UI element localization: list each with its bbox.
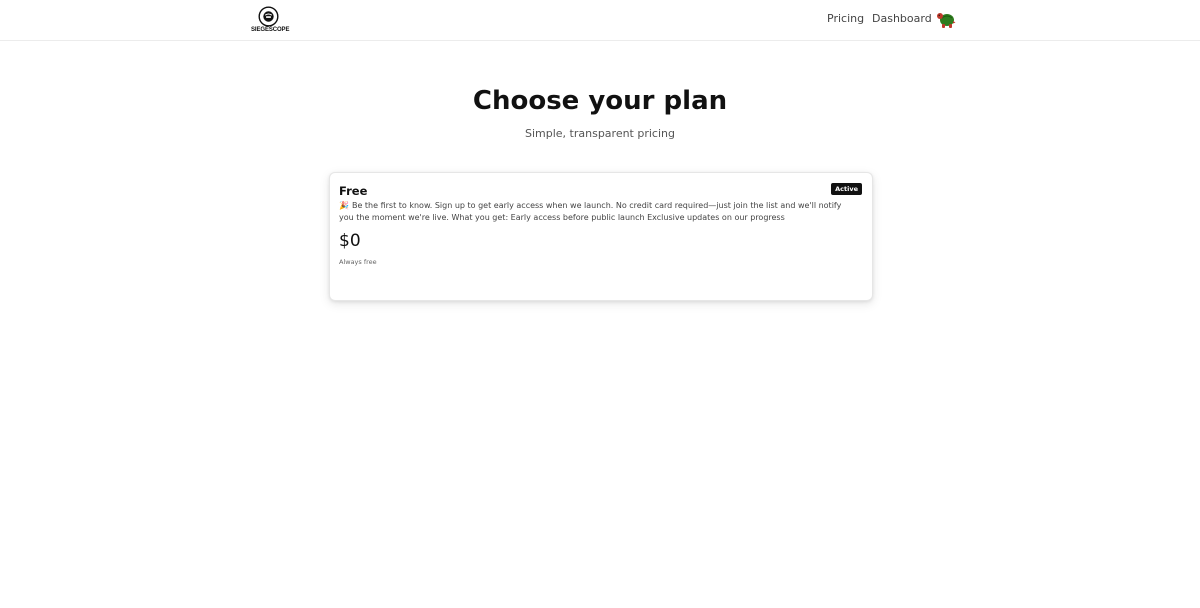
- plan-name: Free: [339, 184, 368, 198]
- nav-dashboard-link[interactable]: Dashboard: [872, 12, 932, 25]
- top-navbar: SIEGESCOPE Pricing Dashboard: [0, 0, 1200, 41]
- turtle-avatar-icon: [937, 13, 956, 28]
- user-avatar[interactable]: [936, 11, 956, 29]
- logo-emblem-icon: [258, 6, 279, 27]
- siegescope-logo[interactable]: SIEGESCOPE: [251, 6, 290, 36]
- plan-price: $0: [339, 231, 361, 251]
- plan-description: 🎉 Be the first to know. Sign up to get ea…: [339, 200, 844, 224]
- plan-description-text: Be the first to know. Sign up to get ear…: [339, 201, 842, 222]
- plan-card-free[interactable]: Free Active 🎉 Be the first to know. Sign …: [329, 172, 873, 301]
- nav-pricing-link[interactable]: Pricing: [827, 12, 864, 25]
- active-status-badge: Active: [831, 183, 862, 195]
- page-title: Choose your plan: [472, 86, 728, 116]
- plan-price-note: Always free: [339, 258, 377, 266]
- page-subtitle: Simple, transparent pricing: [524, 127, 675, 140]
- party-popper-icon: 🎉: [339, 201, 349, 210]
- logo-wordmark: SIEGESCOPE: [251, 27, 290, 33]
